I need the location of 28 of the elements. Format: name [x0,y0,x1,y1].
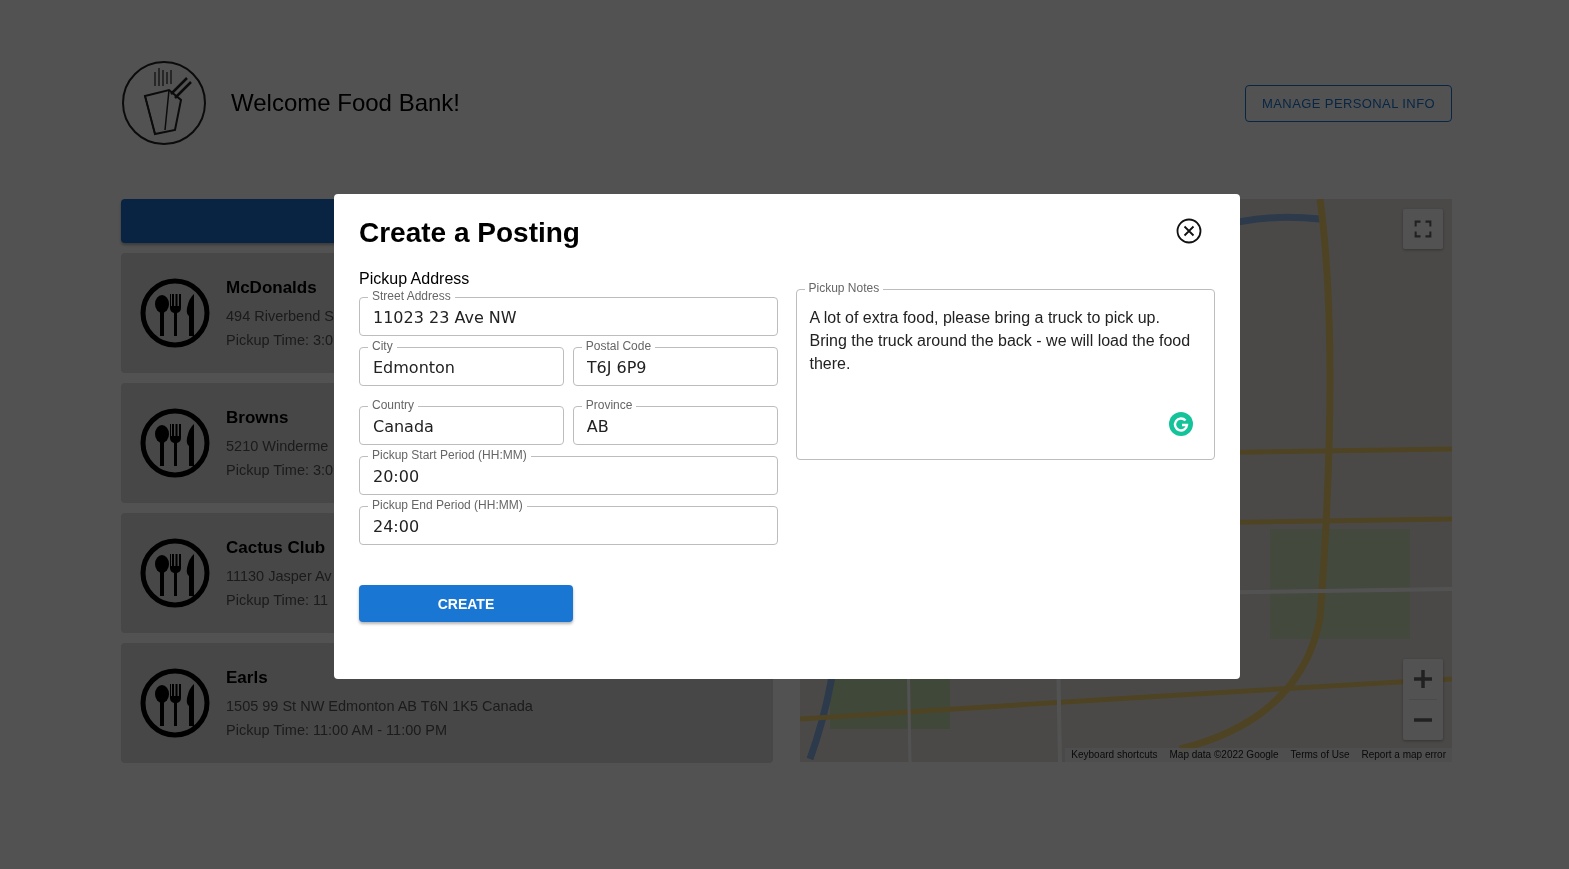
takeout-box-icon [121,60,207,146]
close-icon [1176,218,1202,244]
close-button[interactable] [1176,218,1202,244]
field-label: City [368,339,397,353]
utensils-icon [140,408,210,478]
utensils-icon [140,538,210,608]
restaurant-name: Cactus Club [226,538,327,558]
field-label: Pickup Start Period (HH:MM) [368,448,531,462]
section-label: Pickup Address [359,270,471,288]
minus-icon [1414,718,1432,722]
restaurant-name: Earls [226,668,269,688]
welcome-title: Welcome Food Bank! [231,89,460,117]
utensils-icon [140,668,210,738]
plus-icon [1414,670,1432,688]
create-button[interactable]: CREATE [359,585,573,622]
field-label: Street Address [368,289,455,303]
fullscreen-icon [1414,220,1432,238]
field-label: Pickup End Period (HH:MM) [368,498,527,512]
field-label: Country [368,398,419,412]
writing-assistant-icon[interactable] [1169,412,1193,436]
field-label: Postal Code [581,339,656,353]
restaurant-name: Browns [226,408,290,428]
field-label: Pickup Notes [804,281,884,295]
field-label: Province [581,398,637,412]
fullscreen-button[interactable] [1403,209,1443,249]
utensils-icon [140,278,210,348]
dialog-title: Create a Posting [359,217,580,249]
restaurant-name: McDonalds [226,278,318,298]
